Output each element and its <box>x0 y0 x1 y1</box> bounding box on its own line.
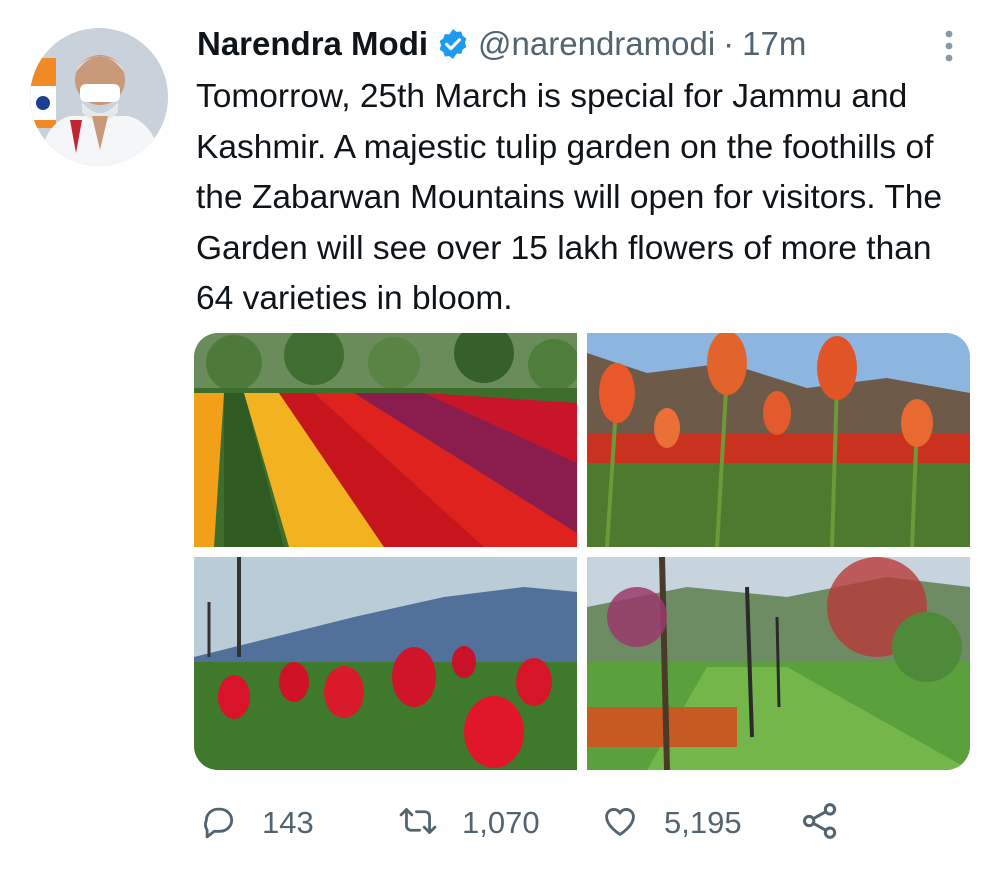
photo-tulip-rows[interactable] <box>194 333 577 547</box>
share-button[interactable] <box>800 798 840 848</box>
author-handle[interactable]: @narendramodi <box>478 25 715 63</box>
tweet-timestamp[interactable]: 17m <box>742 25 806 63</box>
author-avatar[interactable] <box>30 28 168 166</box>
photo-red-tulips[interactable] <box>194 557 577 770</box>
tweet-text: Tomorrow, 25th March is special for Jamm… <box>196 78 943 317</box>
more-vertical-icon[interactable] <box>936 26 962 66</box>
retweet-button[interactable]: 1,070 <box>398 798 540 848</box>
tweet-header: Narendra Modi @narendramodi · 17m <box>197 22 977 66</box>
photo-tulips-mountains[interactable] <box>587 333 970 547</box>
like-count: 5,195 <box>664 805 742 840</box>
reply-button[interactable]: 143 <box>200 798 314 848</box>
verified-badge-icon <box>436 27 470 61</box>
media-grid <box>194 333 970 770</box>
author-name[interactable]: Narendra Modi <box>197 25 428 63</box>
separator-dot: · <box>723 25 735 62</box>
like-button[interactable]: 5,195 <box>600 798 742 848</box>
retweet-count: 1,070 <box>462 805 540 840</box>
heart-icon <box>600 802 640 845</box>
photo-garden-path[interactable] <box>587 557 970 770</box>
reply-icon <box>200 802 238 845</box>
tweet-actions: 143 1,070 5,195 <box>0 798 1000 848</box>
retweet-icon <box>398 802 438 845</box>
reply-count: 143 <box>262 805 314 840</box>
share-icon <box>800 801 840 846</box>
